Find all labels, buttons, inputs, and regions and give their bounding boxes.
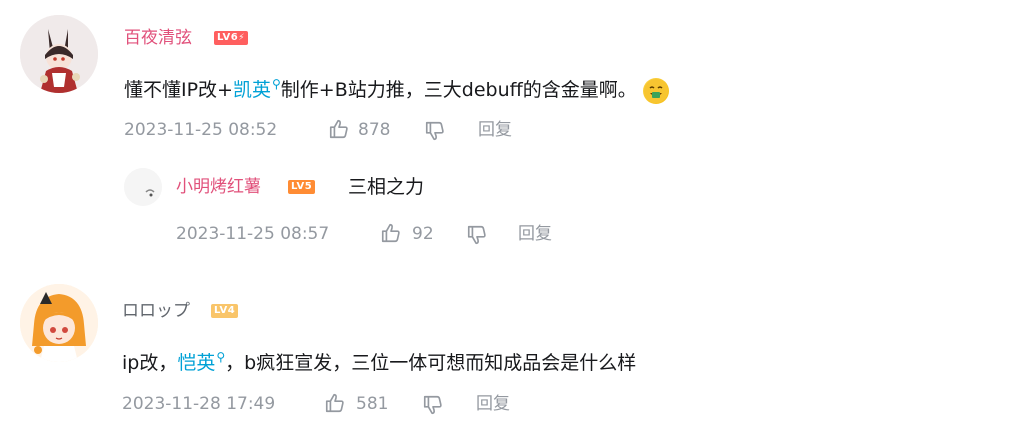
dislike-icon[interactable] <box>424 120 446 146</box>
username-text[interactable]: ロロップ <box>122 301 190 321</box>
like-count: 581 <box>356 394 389 414</box>
reply-button[interactable]: 回复 <box>518 223 552 245</box>
comment-username[interactable]: 百夜清弦 <box>124 27 192 49</box>
avatar[interactable] <box>124 168 162 206</box>
level-badge: LV6⚡ <box>214 31 249 45</box>
search-keyword-link[interactable]: 恺英 <box>177 352 215 374</box>
like-count: 878 <box>358 120 391 140</box>
like-count: 92 <box>412 224 434 244</box>
like-icon[interactable] <box>328 118 350 144</box>
dislike-icon[interactable] <box>422 394 444 420</box>
username-text[interactable]: 小明烤红薯 <box>176 177 261 197</box>
comment-meta: 2023-11-25 08:52 <box>124 119 277 141</box>
username-text[interactable]: 百夜清弦 <box>124 28 192 48</box>
search-keyword-link[interactable]: 凯英 <box>233 79 271 101</box>
level-badge: LV4 <box>211 304 239 318</box>
level-badge: LV5 <box>288 180 316 194</box>
dislike-icon[interactable] <box>466 224 488 250</box>
reply-username[interactable]: 小明烤红薯 <box>176 176 261 198</box>
search-icon[interactable]: ⚲ <box>272 77 281 91</box>
comment-item: ロロップ LV4 ip改，恺英⚲，b疯狂宣发，三位一体可想而知成品会是什么样 2… <box>0 272 1013 428</box>
avatar[interactable] <box>20 15 98 93</box>
comment-username[interactable]: ロロップ <box>122 300 190 322</box>
comment-item: 百夜清弦 LV6⚡ 懂不懂IP改+凯英⚲制作+B站力推，三大debuff的含金量… <box>0 0 1013 260</box>
comment-time: 2023-11-25 08:52 <box>124 120 278 140</box>
reply-button[interactable]: 回复 <box>476 393 510 415</box>
reply-time: 2023-11-25 08:57 <box>176 224 330 244</box>
smile-money-emoji-icon <box>642 77 669 104</box>
avatar[interactable] <box>20 284 98 362</box>
avatar-image <box>20 284 98 362</box>
reply-button[interactable]: 回复 <box>478 119 512 141</box>
reply-item: 小明烤红薯 LV5 三相之力 2023-11-25 08:57 92 回复 <box>120 160 1000 260</box>
search-icon[interactable]: ⚲ <box>216 350 225 364</box>
comment-time: 2023-11-28 17:49 <box>122 394 276 414</box>
like-icon[interactable] <box>324 392 346 418</box>
reply-text: 三相之力 <box>348 176 425 198</box>
comment-text: 懂不懂IP改+凯英⚲制作+B站力推，三大debuff的含金量啊。 <box>124 77 669 104</box>
comment-text: ip改，恺英⚲，b疯狂宣发，三位一体可想而知成品会是什么样 <box>122 350 637 374</box>
like-icon[interactable] <box>380 222 402 248</box>
avatar-image <box>20 15 98 93</box>
avatar-image <box>124 168 162 206</box>
